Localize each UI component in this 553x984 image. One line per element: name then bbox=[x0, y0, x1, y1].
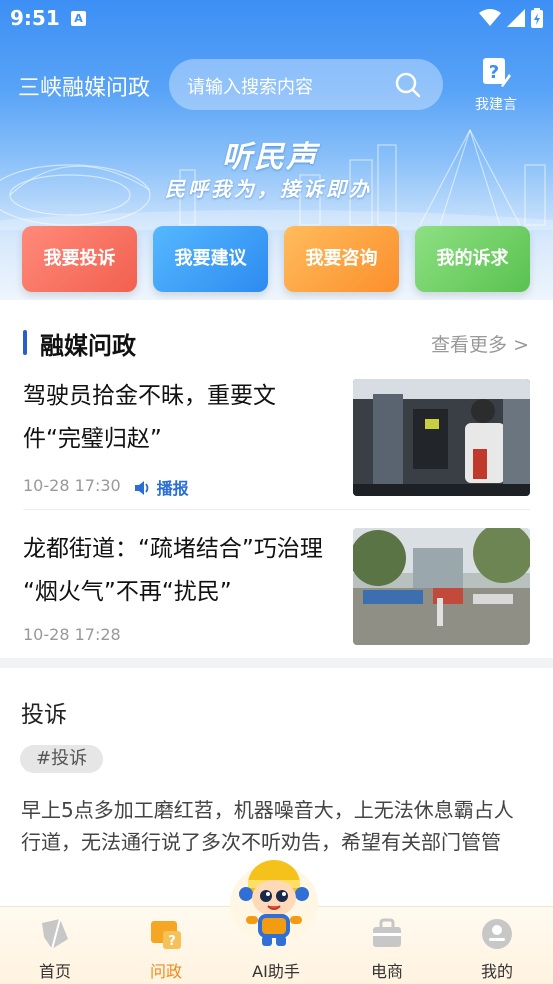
complaint-tag[interactable]: #投诉 bbox=[20, 745, 104, 773]
news-time: 10-28 17:30 bbox=[23, 476, 121, 495]
inquiry-icon: ? bbox=[151, 921, 181, 949]
svg-text:?: ? bbox=[168, 934, 176, 949]
broadcast-button[interactable]: 播报 bbox=[135, 475, 189, 499]
suggest-label: 我建言 bbox=[475, 97, 517, 113]
broadcast-label: 播报 bbox=[156, 479, 189, 498]
quick-actions: 我要投诉 我要建议 我要咨询 我的诉求 bbox=[0, 226, 553, 294]
tab-label: 我的 bbox=[480, 962, 513, 981]
news-time: 10-28 17:28 bbox=[23, 625, 121, 644]
section-accent-bar bbox=[23, 330, 27, 355]
news-title[interactable]: 驾驶员拾金不昧，重要文件“完璧归赵” bbox=[23, 375, 323, 461]
complaint-title: 投诉 bbox=[21, 702, 67, 728]
tab-label: 问政 bbox=[149, 962, 182, 981]
ai-assistant-icon[interactable] bbox=[228, 852, 320, 952]
tab-label: AI助手 bbox=[252, 962, 300, 981]
my-requests-button[interactable]: 我的诉求 bbox=[415, 226, 530, 292]
notification-a-icon: A bbox=[71, 11, 86, 26]
status-bar: 9:51 A bbox=[0, 0, 553, 38]
suggest-icon: ? bbox=[483, 58, 511, 87]
news-title[interactable]: 龙都街道：“疏堵结合”巧治理 “烟火气”不再“扰民” bbox=[23, 528, 323, 614]
tab-label: 首页 bbox=[38, 962, 71, 981]
suggest-button[interactable]: ? 我建言 bbox=[466, 56, 526, 114]
battery-icon bbox=[531, 8, 543, 28]
status-time: 9:51 bbox=[10, 6, 60, 30]
complaint-body[interactable]: 早上5点多加工磨红苕，机器噪音大，上无法休息霸占人行道，无法通行说了多次不听劝告… bbox=[21, 794, 533, 858]
suggestion-button[interactable]: 我要建议 bbox=[153, 226, 268, 292]
consult-button[interactable]: 我要咨询 bbox=[284, 226, 399, 292]
news-item[interactable]: 驾驶员拾金不昧，重要文件“完璧归赵” 10-28 17:30 播报 bbox=[23, 375, 530, 510]
news-thumbnail-street[interactable] bbox=[353, 528, 530, 645]
speaker-icon bbox=[135, 481, 149, 495]
profile-icon bbox=[482, 919, 512, 949]
news-thumbnail-bus[interactable] bbox=[353, 379, 530, 496]
view-more-link[interactable]: 查看更多 > bbox=[431, 330, 529, 357]
news-item[interactable]: 龙都街道：“疏堵结合”巧治理 “烟火气”不再“扰民” 10-28 17:28 bbox=[23, 528, 530, 660]
search-icon[interactable] bbox=[395, 72, 421, 98]
news-section: 融媒问政 查看更多 > 驾驶员拾金不昧，重要文件“完璧归赵” 10-28 17:… bbox=[0, 300, 553, 658]
svg-text:?: ? bbox=[489, 62, 499, 83]
slogan-main: 听民声 bbox=[222, 140, 318, 175]
home-icon bbox=[42, 918, 68, 950]
search-placeholder[interactable]: 请输入搜索内容 bbox=[187, 73, 313, 99]
slogan-sub: 民呼我为，接诉即办 bbox=[165, 177, 372, 201]
search-bar[interactable]: 请输入搜索内容 bbox=[169, 59, 443, 110]
tab-label: 电商 bbox=[370, 962, 403, 981]
news-section-title: 融媒问政 bbox=[40, 332, 136, 360]
status-icons bbox=[479, 8, 543, 28]
signal-icon bbox=[507, 9, 525, 27]
complain-button[interactable]: 我要投诉 bbox=[22, 226, 137, 292]
header-area: 9:51 A 三峡融媒问政 请输入搜索内容 ? 我建言 听民声 民呼我为，接诉即… bbox=[0, 0, 553, 300]
wifi-icon bbox=[479, 9, 501, 26]
app-title: 三峡融媒问政 bbox=[18, 76, 151, 101]
shop-bag-icon bbox=[373, 918, 401, 947]
